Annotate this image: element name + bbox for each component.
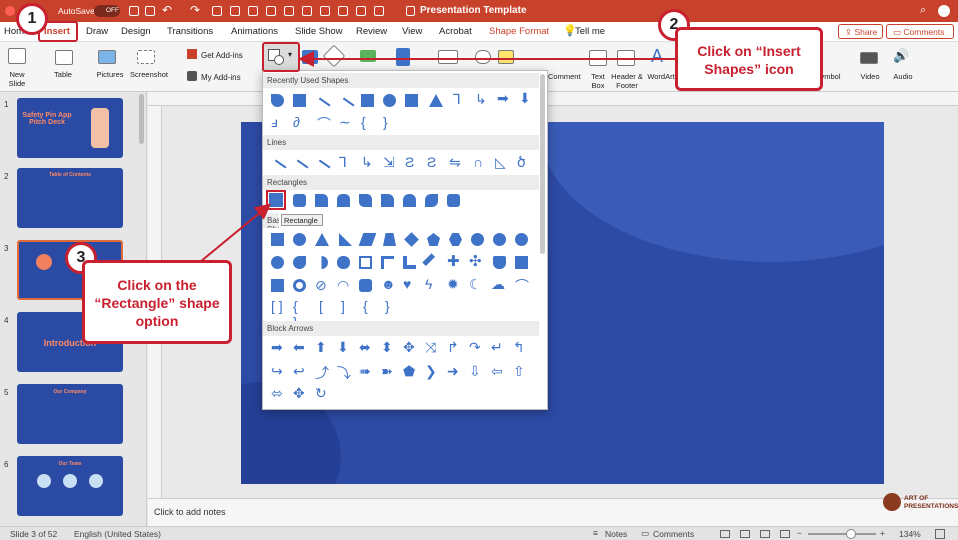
step-3-arrow <box>199 203 272 263</box>
annotation-arrows <box>199 51 675 263</box>
